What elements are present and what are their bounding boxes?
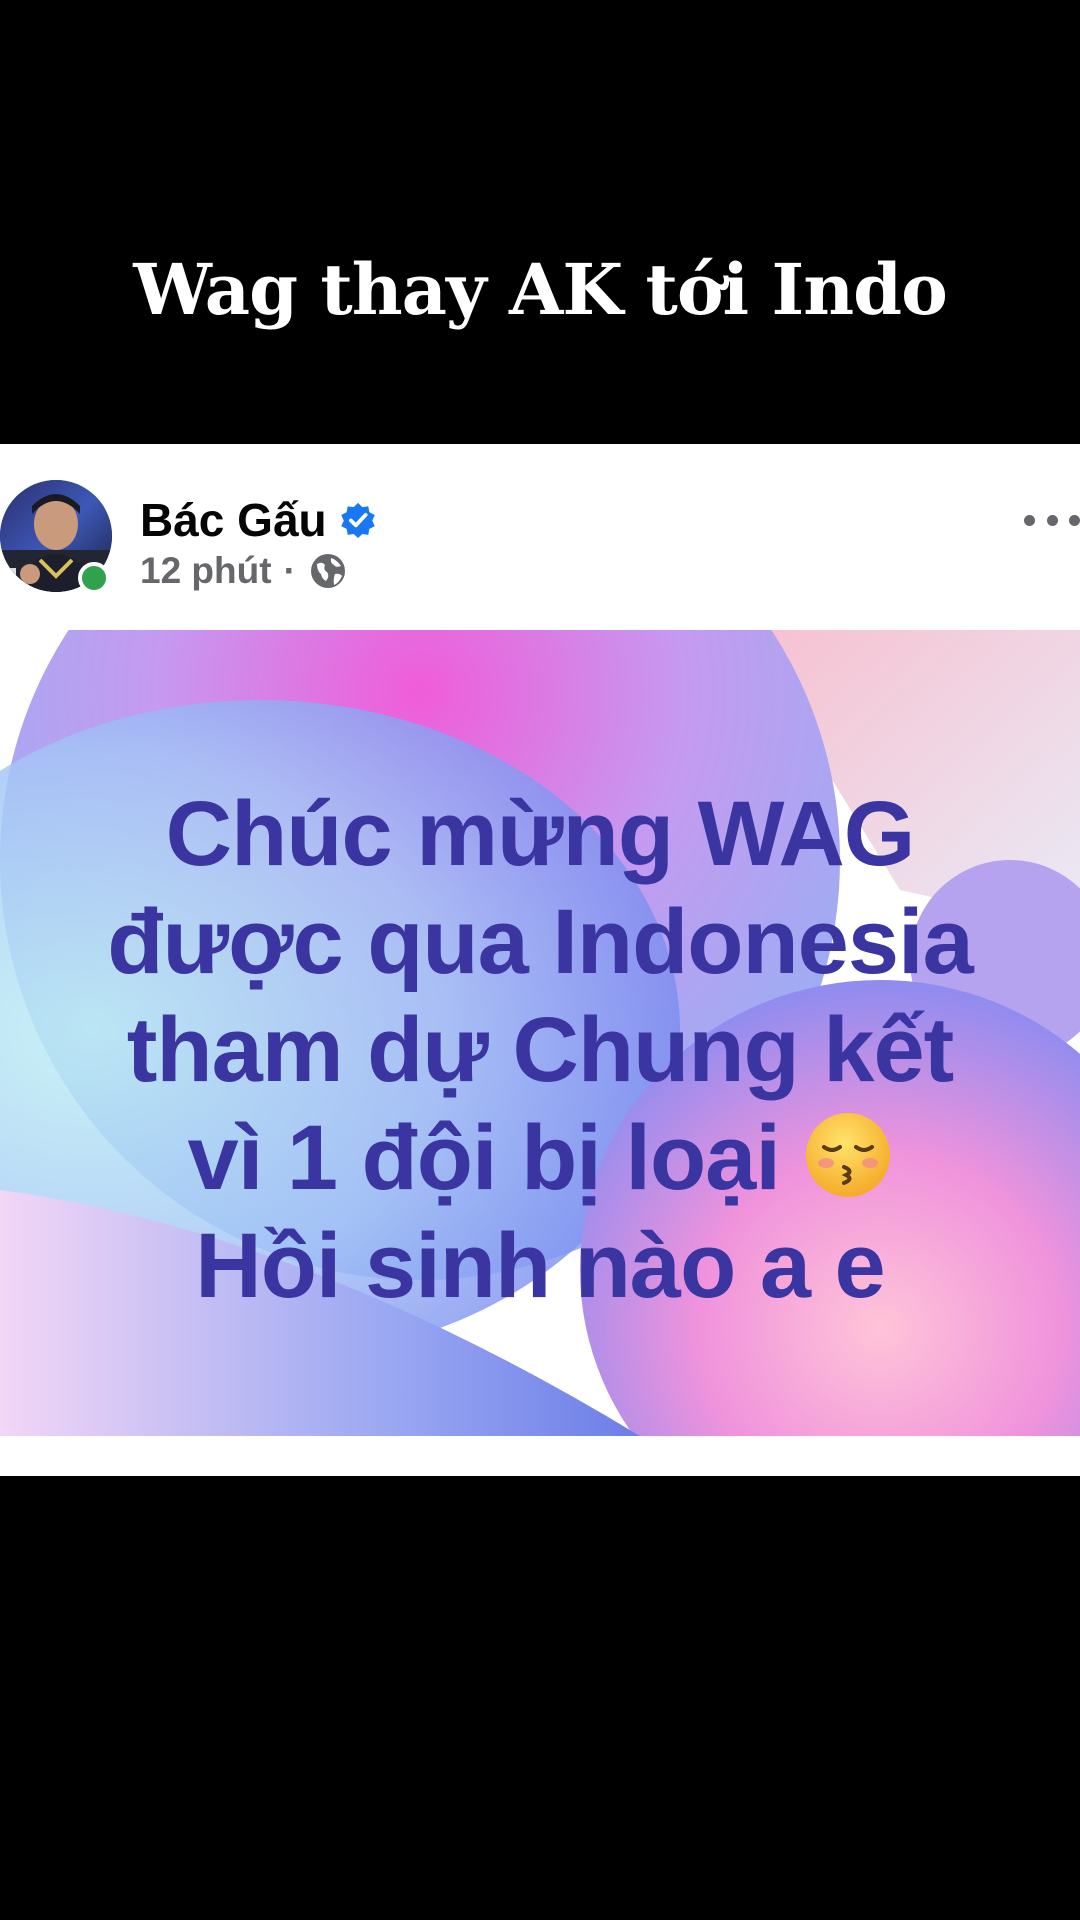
post-text-line: vì 1 đội bị loại [187,1107,781,1209]
author-name[interactable]: Bác Gấu [140,497,327,543]
online-status-dot [78,562,110,594]
post-text-line: Hồi sinh nào a e [195,1215,885,1317]
more-dot [1069,514,1080,526]
post-text-line: Chúc mừng WAG [165,783,916,885]
more-options-icon[interactable] [1024,500,1080,540]
meta-separator: · [283,550,296,591]
author-row: Bác Gấu [140,490,377,550]
more-dot [1024,514,1035,526]
screen: Wag thay AK tới Indo Bác Gấu 12 phút · C… [0,0,1080,1920]
post-header: Bác Gấu 12 phút · [0,444,1080,630]
post-text-line-with-emoji: vì 1 đội bị loại [0,1104,1080,1212]
verified-badge-icon [340,502,375,539]
post-time[interactable]: 12 phút [140,550,272,592]
globe-icon[interactable] [308,551,348,591]
post-meta: 12 phút · [140,546,348,596]
kissing-face-emoji-icon [806,1113,891,1197]
card-footer [0,1436,1080,1476]
video-caption: Wag thay AK tới Indo [133,248,948,331]
post-text-line: được qua Indonesia [107,891,973,993]
post-text: Chúc mừng WAG được qua Indonesia tham dự… [0,780,1080,1320]
post-background-image[interactable]: Chúc mừng WAG được qua Indonesia tham dự… [0,630,1080,1436]
post-text-line: tham dự Chung kết [126,999,955,1101]
more-dot [1046,514,1058,526]
post-card: Bác Gấu 12 phút · Chúc mừng WAG được qua… [0,444,1080,1476]
